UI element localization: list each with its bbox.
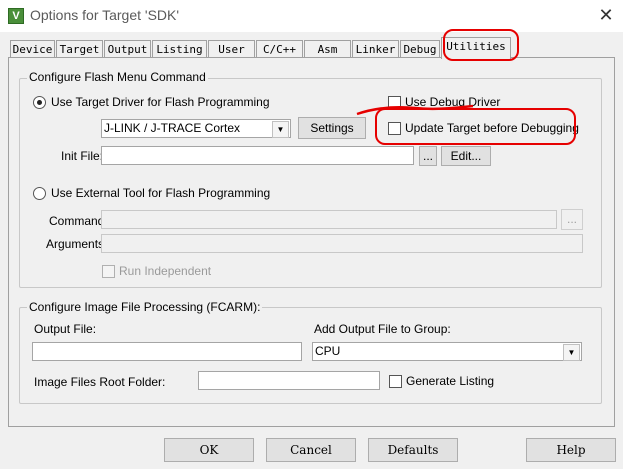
- defaults-button[interactable]: Defaults: [368, 438, 458, 462]
- output-group-value: CPU: [315, 344, 341, 358]
- keil-app-icon: V: [8, 8, 24, 24]
- generate-listing-label: Generate Listing: [406, 374, 495, 388]
- cancel-button[interactable]: Cancel: [266, 438, 356, 462]
- red-annotation-utilities: [443, 29, 519, 61]
- tab-linker[interactable]: Linker: [352, 40, 399, 58]
- use-target-driver-radio[interactable]: [33, 96, 46, 109]
- command-label: Command:: [49, 214, 108, 228]
- output-file-input[interactable]: [32, 342, 302, 361]
- tab-user[interactable]: User: [208, 40, 255, 58]
- use-external-tool-radio[interactable]: [33, 187, 46, 200]
- ok-button[interactable]: OK: [164, 438, 254, 462]
- flash-group-title: Configure Flash Menu Command: [27, 70, 208, 84]
- tab-output[interactable]: Output: [104, 40, 151, 58]
- arguments-label: Arguments:: [46, 237, 108, 251]
- tab-listing[interactable]: Listing: [152, 40, 207, 58]
- flash-driver-select[interactable]: J-LINK / J-TRACE Cortex ▼: [101, 119, 291, 138]
- run-independent-label: Run Independent: [119, 264, 212, 278]
- root-folder-label: Image Files Root Folder:: [34, 375, 166, 389]
- output-file-label: Output File:: [34, 322, 97, 336]
- init-file-browse-button[interactable]: ...: [419, 146, 437, 166]
- root-folder-input[interactable]: [198, 371, 380, 390]
- use-target-driver-label: Use Target Driver for Flash Programming: [51, 95, 270, 109]
- add-output-label: Add Output File to Group:: [314, 322, 451, 336]
- arguments-input[interactable]: [101, 234, 583, 253]
- run-independent-checkbox[interactable]: [102, 265, 115, 278]
- chevron-down-icon[interactable]: ▼: [563, 344, 580, 361]
- command-input[interactable]: [101, 210, 557, 229]
- close-icon[interactable]: ✕: [596, 5, 616, 25]
- flash-driver-value: J-LINK / J-TRACE Cortex: [104, 121, 241, 135]
- command-browse-button[interactable]: ...: [561, 209, 583, 230]
- generate-listing-checkbox[interactable]: [389, 375, 402, 388]
- tab-debug[interactable]: Debug: [400, 40, 440, 58]
- use-external-tool-label: Use External Tool for Flash Programming: [51, 186, 271, 200]
- image-group-title: Configure Image File Processing (FCARM):: [27, 300, 263, 314]
- output-group-select[interactable]: CPU ▼: [312, 342, 582, 361]
- help-button[interactable]: Help: [526, 438, 616, 462]
- tab-c-cpp[interactable]: C/C++: [256, 40, 303, 58]
- init-file-edit-button[interactable]: Edit...: [441, 146, 491, 166]
- chevron-down-icon[interactable]: ▼: [272, 121, 289, 138]
- tab-device[interactable]: Device: [10, 40, 55, 58]
- red-annotation-stroke: [356, 104, 474, 116]
- tab-target[interactable]: Target: [56, 40, 103, 58]
- init-file-input[interactable]: [101, 146, 414, 165]
- window-title: Options for Target 'SDK': [30, 7, 180, 23]
- init-file-label: Init File:: [61, 149, 104, 163]
- tab-asm[interactable]: Asm: [304, 40, 351, 58]
